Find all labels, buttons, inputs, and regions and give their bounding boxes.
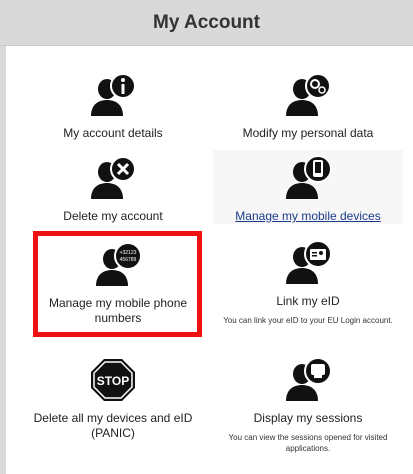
stop-sign-icon: STOP bbox=[91, 359, 135, 401]
selection-highlight bbox=[33, 231, 202, 337]
tile-label: Delete my account bbox=[63, 209, 163, 223]
stop-sign-text: STOP bbox=[97, 374, 129, 388]
user-sessions-icon bbox=[286, 357, 332, 401]
tile-panic-delete[interactable]: STOP Delete all my devices and eID (PANI… bbox=[18, 357, 208, 441]
tile-delete-account[interactable]: Delete my account bbox=[18, 155, 208, 224]
manage-mobile-devices-link[interactable]: Manage my mobile devices bbox=[235, 209, 380, 224]
user-eid-card-icon bbox=[286, 240, 332, 284]
left-rail bbox=[0, 46, 6, 474]
user-info-icon bbox=[91, 73, 136, 116]
user-settings-icon bbox=[286, 73, 331, 116]
tile-my-account-details[interactable]: My account details bbox=[18, 72, 208, 141]
tile-modify-personal-data[interactable]: Modify my personal data bbox=[213, 72, 403, 141]
page-header: My Account bbox=[0, 0, 413, 46]
user-mobile-device-icon bbox=[286, 155, 332, 199]
tile-label: Link my eID bbox=[276, 294, 340, 308]
tile-label: Modify my personal data bbox=[242, 126, 374, 140]
tile-link-eid[interactable]: Link my eID You can link your eID to you… bbox=[213, 240, 403, 326]
tile-manage-mobile-devices[interactable]: Manage my mobile devices bbox=[213, 150, 403, 224]
tile-label: Display my sessions bbox=[253, 411, 363, 425]
tile-description: You can link your eID to your EU Login a… bbox=[223, 316, 393, 325]
tile-label: Delete all my devices and eID (PANIC) bbox=[33, 411, 193, 440]
page-title: My Account bbox=[153, 11, 260, 33]
tile-display-sessions[interactable]: Display my sessions You can view the ses… bbox=[213, 357, 403, 454]
user-delete-icon bbox=[91, 156, 136, 199]
tile-label: My account details bbox=[63, 126, 163, 140]
tile-description: You can view the sessions opened for vis… bbox=[228, 433, 388, 453]
